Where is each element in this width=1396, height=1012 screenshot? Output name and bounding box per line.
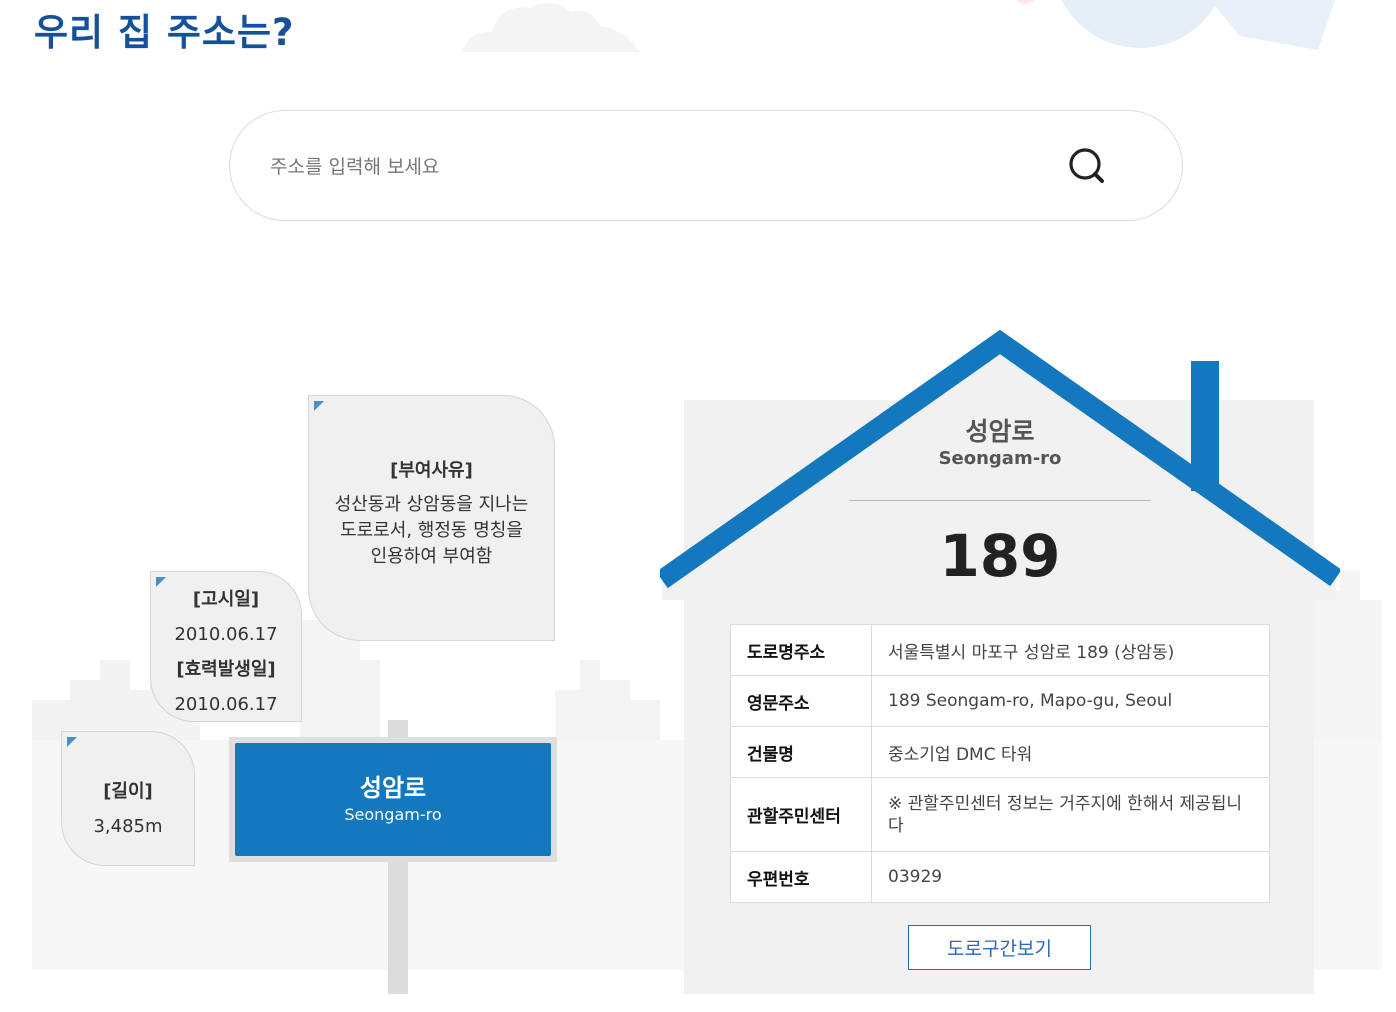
table-row: 도로명주소 서울특별시 마포구 성암로 189 (상암동) [730, 624, 1270, 676]
row-key: 영문주소 [730, 675, 872, 727]
table-row: 영문주소 189 Seongam-ro, Mapo-gu, Seoul [730, 675, 1270, 727]
sign-road-english: Seongam-ro [344, 805, 442, 824]
house-road-english: Seongam-ro [938, 448, 1062, 469]
row-value: 189 Seongam-ro, Mapo-gu, Seoul [871, 675, 1270, 727]
road-section-button[interactable]: 도로구간보기 [908, 925, 1091, 970]
row-value: 03929 [871, 851, 1270, 903]
table-row: 관할주민센터 ※ 관할주민센터 정보는 거주지에 한해서 제공됩니다 [730, 777, 1270, 852]
road-sign-panel: 성암로 Seongam-ro [235, 743, 551, 856]
row-value: ※ 관할주민센터 정보는 거주지에 한해서 제공됩니다 [871, 777, 1270, 852]
effective-date-label: [효력발생일] [176, 659, 276, 680]
house-number: 189 [939, 522, 1061, 590]
length-bubble: [길이] 3,485m [61, 731, 195, 866]
length-label: [길이] [103, 781, 153, 802]
row-key: 우편번호 [730, 851, 872, 903]
table-row: 건물명 중소기업 DMC 타워 [730, 726, 1270, 778]
row-key: 관할주민센터 [730, 777, 872, 852]
reason-bubble: [부여사유] 성산동과 상암동을 지나는 도로로서, 행정동 명칭을 인용하여 … [308, 395, 555, 641]
house-road-name: 성암로 [965, 417, 1035, 446]
dates-bubble: [고시일] 2010.06.17 [효력발생일] 2010.06.17 [150, 571, 302, 722]
corner-flag-icon [314, 401, 324, 411]
reason-label: [부여사유] [390, 460, 473, 481]
notice-date-label: [고시일] [192, 589, 260, 610]
address-info-table: 도로명주소 서울특별시 마포구 성암로 189 (상암동) 영문주소 189 S… [730, 624, 1270, 903]
row-key: 건물명 [730, 726, 872, 778]
road-sign: 성암로 Seongam-ro [229, 737, 557, 862]
table-row: 우편번호 03929 [730, 851, 1270, 903]
row-value: 중소기업 DMC 타워 [871, 726, 1270, 778]
effective-date: 2010.06.17 [174, 694, 278, 715]
corner-flag-icon [156, 577, 166, 587]
notice-date: 2010.06.17 [174, 624, 278, 645]
divider [849, 500, 1151, 501]
corner-flag-icon [67, 737, 77, 747]
row-value: 서울특별시 마포구 성암로 189 (상암동) [871, 624, 1270, 676]
sign-road-name: 성암로 [359, 774, 427, 802]
reason-text: 성산동과 상암동을 지나는 도로로서, 행정동 명칭을 인용하여 부여함 [334, 494, 529, 567]
page: 우리 집 주소는? 성암로 Seongam-ro [부여사유] 성산동과 상암동… [0, 0, 1396, 1012]
length-value: 3,485m [93, 816, 163, 837]
row-key: 도로명주소 [730, 624, 872, 676]
